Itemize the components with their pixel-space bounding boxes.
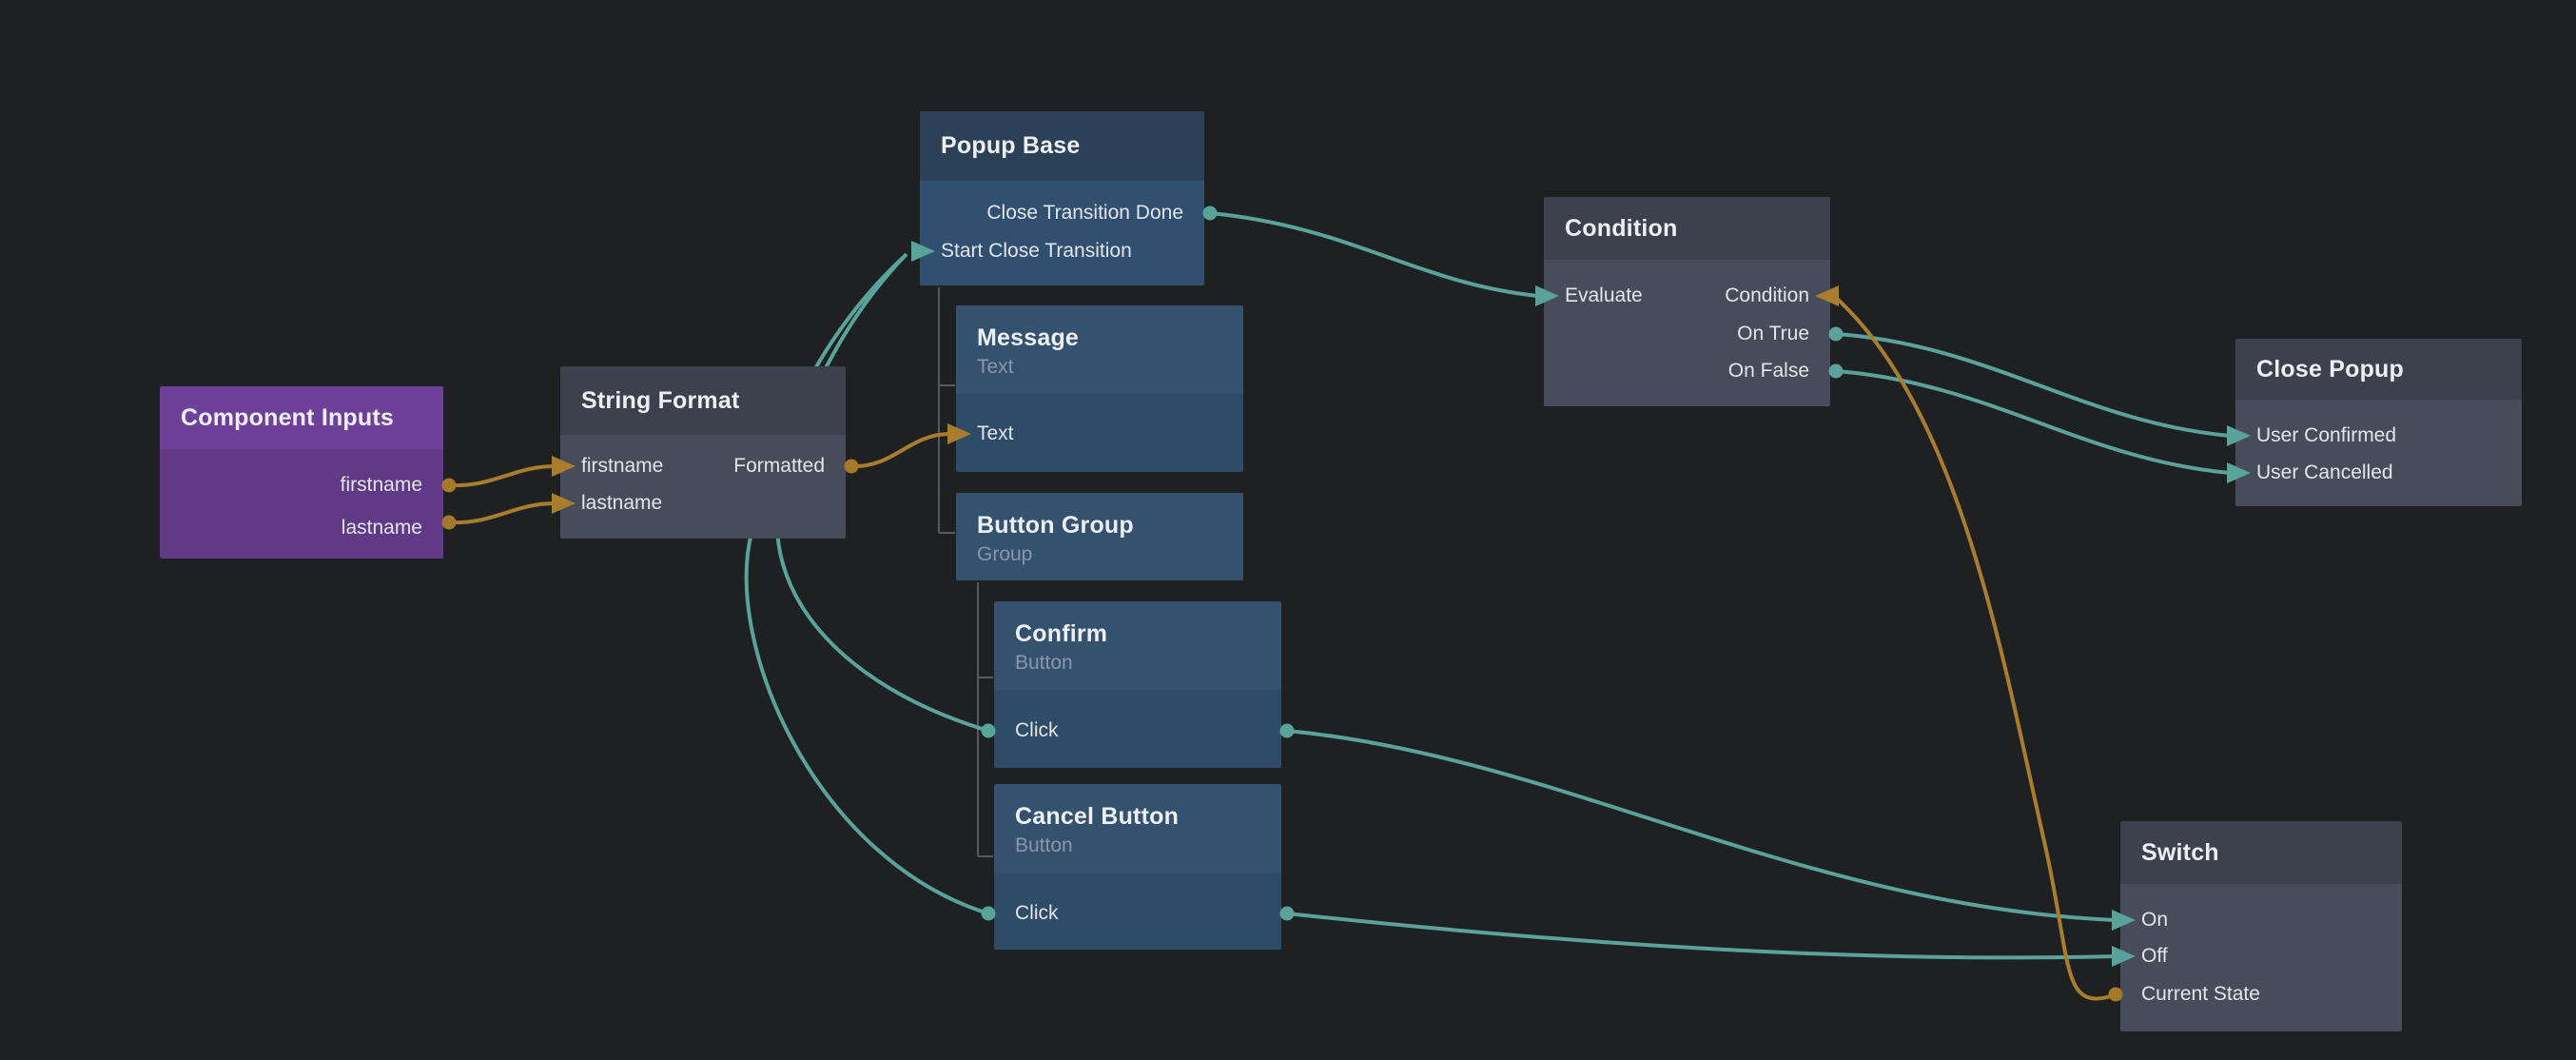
- node-title: Button Group: [977, 512, 1222, 540]
- node-title: Switch: [2120, 821, 2402, 884]
- node-title: Condition: [1544, 197, 1830, 260]
- node-message[interactable]: Message Text Text: [956, 305, 1243, 472]
- node-graph-canvas[interactable]: Component Inputs firstname lastname Stri…: [0, 0, 2576, 1060]
- node-title: Cancel Button: [1015, 803, 1260, 831]
- port-label-evaluate: Evaluate: [1565, 285, 1643, 307]
- node-popup-base[interactable]: Popup Base Close Transition Done Start C…: [920, 111, 1204, 285]
- port-label-lastname: lastname: [342, 517, 422, 540]
- port-label-start-close-transition: Start Close Transition: [941, 240, 1132, 263]
- port-label-lastname: lastname: [581, 492, 662, 515]
- port-label-user-cancelled: User Cancelled: [2256, 461, 2393, 484]
- port-label-on-false: On False: [1728, 360, 1809, 383]
- node-condition[interactable]: Condition Evaluate Condition On True On …: [1544, 197, 1830, 406]
- node-component-inputs[interactable]: Component Inputs firstname lastname: [160, 386, 443, 559]
- node-confirm[interactable]: Confirm Button Click: [994, 601, 1281, 768]
- node-string-format[interactable]: String Format firstname Formatted lastna…: [560, 366, 846, 539]
- port-label-firstname: firstname: [581, 455, 663, 478]
- port-label-text: Text: [977, 422, 1014, 445]
- node-subtitle: Group: [977, 543, 1222, 566]
- port-label-firstname: firstname: [341, 474, 422, 497]
- port-label-on-true: On True: [1737, 323, 1809, 345]
- port-label-formatted: Formatted: [733, 455, 825, 478]
- node-subtitle: Button: [1015, 834, 1260, 857]
- node-title: Message: [977, 324, 1222, 352]
- node-switch[interactable]: Switch On Off Current State: [2120, 821, 2402, 1031]
- node-title: Confirm: [1015, 620, 1260, 648]
- wire-cancel-click-to-switch-off[interactable]: [1287, 913, 2115, 957]
- port-label-condition: Condition: [1725, 285, 1809, 307]
- wire-cancel-click-to-start-close-transition[interactable]: [747, 257, 988, 913]
- port-label-off: Off: [2141, 945, 2168, 968]
- wire-on-false-to-user-cancelled[interactable]: [1836, 371, 2230, 473]
- port-label-close-transition-done: Close Transition Done: [986, 202, 1183, 225]
- node-subtitle: Text: [977, 356, 1222, 379]
- port-label-click: Click: [1015, 902, 1059, 925]
- node-title: Close Popup: [2235, 339, 2522, 400]
- node-cancel-button[interactable]: Cancel Button Button Click: [994, 784, 1281, 950]
- node-title: String Format: [560, 366, 846, 435]
- port-label-on: On: [2141, 909, 2168, 932]
- wire-lastname-to-string-format[interactable]: [449, 503, 555, 522]
- node-title: Component Inputs: [160, 386, 443, 449]
- node-button-group[interactable]: Button Group Group: [956, 493, 1243, 580]
- port-label-click: Click: [1015, 719, 1059, 742]
- port-label-current-state: Current State: [2141, 983, 2260, 1006]
- wire-confirm-click-to-switch-on[interactable]: [1287, 731, 2115, 920]
- wire-close-transition-done-to-evaluate[interactable]: [1210, 213, 1538, 296]
- wire-firstname-to-string-format[interactable]: [449, 466, 555, 485]
- node-close-popup[interactable]: Close Popup User Confirmed User Cancelle…: [2235, 339, 2522, 506]
- node-subtitle: Button: [1015, 652, 1260, 675]
- port-label-user-confirmed: User Confirmed: [2256, 424, 2396, 447]
- node-title: Popup Base: [920, 111, 1204, 181]
- wire-formatted-to-message-text[interactable]: [851, 434, 950, 466]
